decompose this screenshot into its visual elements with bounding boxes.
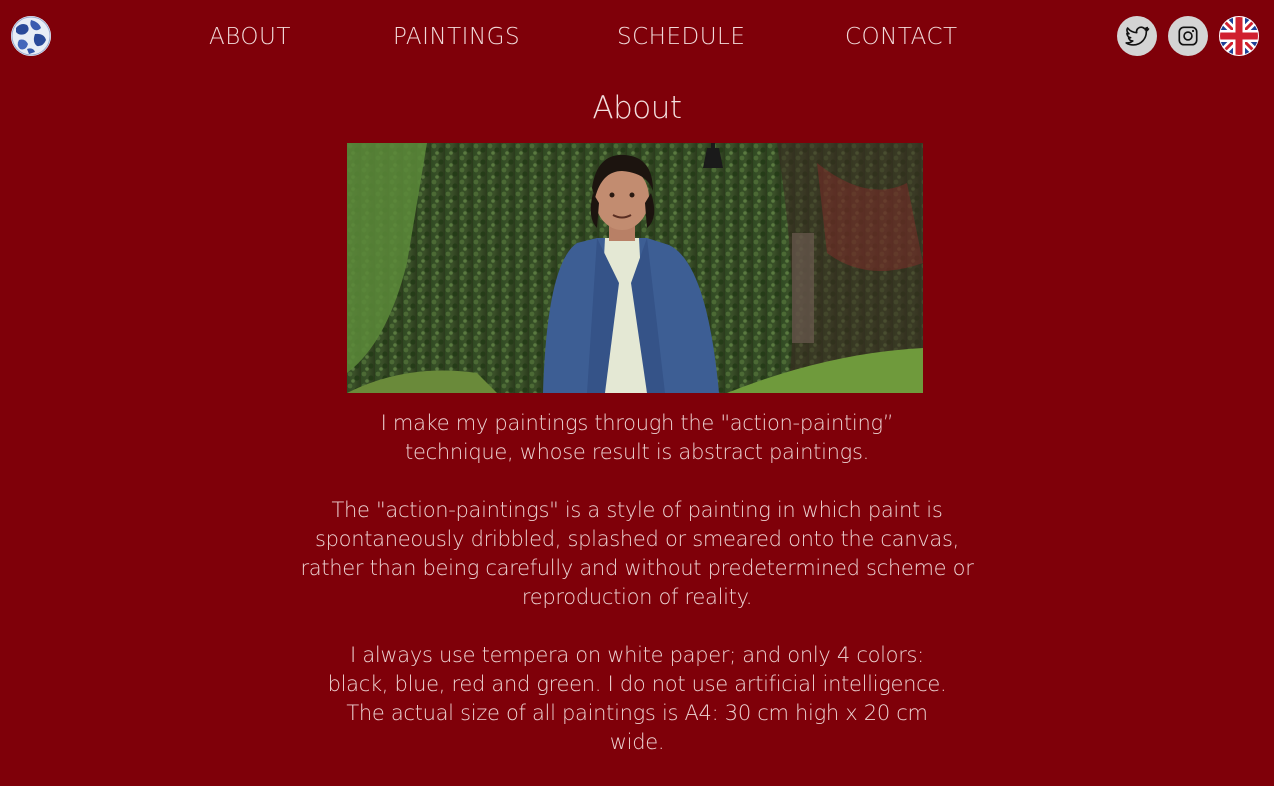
bio-paragraph: I always use tempera on white paper; and… (327, 643, 947, 754)
page-title: About (592, 90, 682, 126)
nav-schedule[interactable]: SCHEDULE (617, 22, 745, 52)
uk-flag-icon (1219, 16, 1259, 56)
bio-paragraph: I make my paintings through the "action-… (380, 411, 894, 464)
nav-about[interactable]: ABOUT (209, 22, 291, 52)
instagram-button[interactable] (1168, 16, 1208, 56)
nav-paintings[interactable]: PAINTINGS (393, 22, 520, 52)
about-text: I make my paintings through the "action-… (287, 409, 987, 786)
bio-paragraph: The "action-paintings" is a style of pai… (300, 498, 974, 609)
top-navbar: ABOUT PAINTINGS SCHEDULE CONTACT (0, 0, 1274, 72)
artist-photo (347, 143, 923, 393)
instagram-icon (1178, 26, 1198, 46)
language-switch[interactable] (1219, 16, 1259, 56)
globe-logo-icon[interactable] (11, 16, 51, 56)
twitter-button[interactable] (1117, 16, 1157, 56)
nav-contact[interactable]: CONTACT (845, 22, 958, 52)
twitter-icon (1125, 26, 1150, 46)
